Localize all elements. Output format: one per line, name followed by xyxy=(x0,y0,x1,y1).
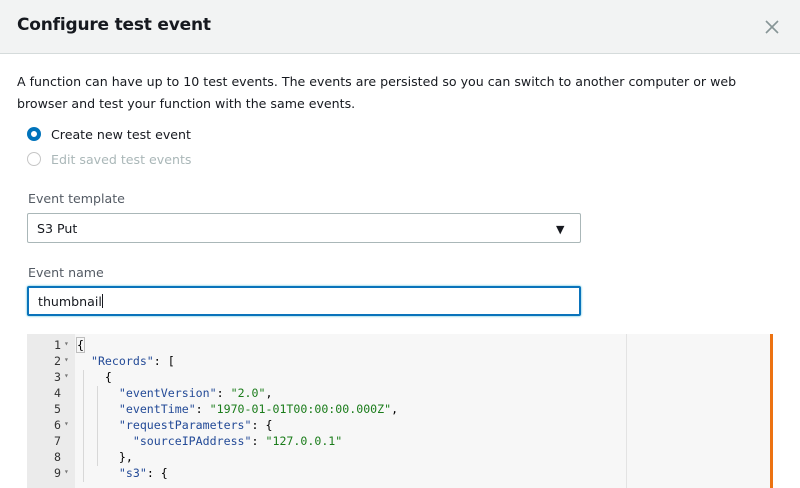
code-line: 1 ▾ { xyxy=(27,337,627,354)
create-new-label: Create new test event xyxy=(51,126,191,142)
fold-arrow-icon[interactable]: ▾ xyxy=(64,371,69,380)
event-json-editor[interactable]: 1 ▾{2 ▾ "Records": [3 ▾ {4 "eventVersion": … xyxy=(27,334,773,488)
dialog-header: Configure test event xyxy=(0,0,800,54)
code-line: 7 "sourceIPAddress": "127.0.0.1" xyxy=(27,434,627,450)
code-text: "Records": [ xyxy=(90,354,175,368)
code-text: "s3": { xyxy=(118,466,168,480)
code-text: { xyxy=(76,337,85,353)
radio-unselected-icon[interactable] xyxy=(27,152,41,166)
dialog-description: A function can have up to 10 test events… xyxy=(17,74,737,111)
code-line: 9 ▾ "s3": { xyxy=(27,466,627,482)
dialog-title: Configure test event xyxy=(17,15,211,35)
event-template-value: S3 Put xyxy=(37,221,78,236)
line-number: 2 xyxy=(54,354,61,368)
code-line: 4 "eventVersion": "2.0", xyxy=(27,386,627,402)
editor-modified-bar xyxy=(770,334,773,488)
fold-arrow-icon[interactable]: ▾ xyxy=(64,355,69,364)
code-text: "eventTime": "1970-01-01T00:00:00.000Z", xyxy=(118,402,399,416)
code-line: 3 ▾ { xyxy=(27,370,627,386)
event-name-label: Event name xyxy=(28,265,104,280)
text-cursor xyxy=(101,294,103,308)
event-name-value: thumbnail xyxy=(38,294,103,309)
editor-print-margin xyxy=(626,334,627,488)
line-number: 3 xyxy=(54,370,61,384)
code-text: }, xyxy=(118,450,133,464)
code-text: "requestParameters": { xyxy=(118,418,273,432)
fold-arrow-icon[interactable]: ▾ xyxy=(64,467,69,476)
line-number: 7 xyxy=(54,434,61,448)
event-template-select[interactable]: S3 Put ▼ xyxy=(27,213,581,243)
close-icon[interactable] xyxy=(762,17,782,37)
code-line: 2 ▾ "Records": [ xyxy=(27,354,627,370)
line-number: 9 xyxy=(54,466,61,480)
line-number: 8 xyxy=(54,450,61,464)
indent-guide xyxy=(97,386,98,466)
code-line: 5 "eventTime": "1970-01-01T00:00:00.000Z… xyxy=(27,402,627,418)
code-text: "eventVersion": "2.0", xyxy=(118,386,273,400)
edit-saved-test-events-option[interactable]: Edit saved test events xyxy=(27,149,192,169)
radio-selected-icon[interactable] xyxy=(27,127,41,141)
fold-arrow-icon[interactable]: ▾ xyxy=(64,419,69,428)
line-number: 4 xyxy=(54,386,61,400)
caret-down-icon: ▼ xyxy=(556,223,565,236)
line-number: 1 xyxy=(54,338,61,352)
create-new-test-event-option[interactable]: Create new test event xyxy=(27,124,191,144)
event-name-input[interactable]: thumbnail xyxy=(27,286,581,316)
code-text: "sourceIPAddress": "127.0.0.1" xyxy=(132,434,343,448)
line-number: 6 xyxy=(54,418,61,432)
code-line: 6 ▾ "requestParameters": { xyxy=(27,418,627,434)
indent-guide xyxy=(83,370,84,482)
code-line: 8 }, xyxy=(27,450,627,466)
fold-arrow-icon[interactable]: ▾ xyxy=(64,339,69,348)
line-number: 5 xyxy=(54,402,61,416)
event-template-label: Event template xyxy=(28,191,125,206)
edit-saved-label: Edit saved test events xyxy=(51,151,192,167)
